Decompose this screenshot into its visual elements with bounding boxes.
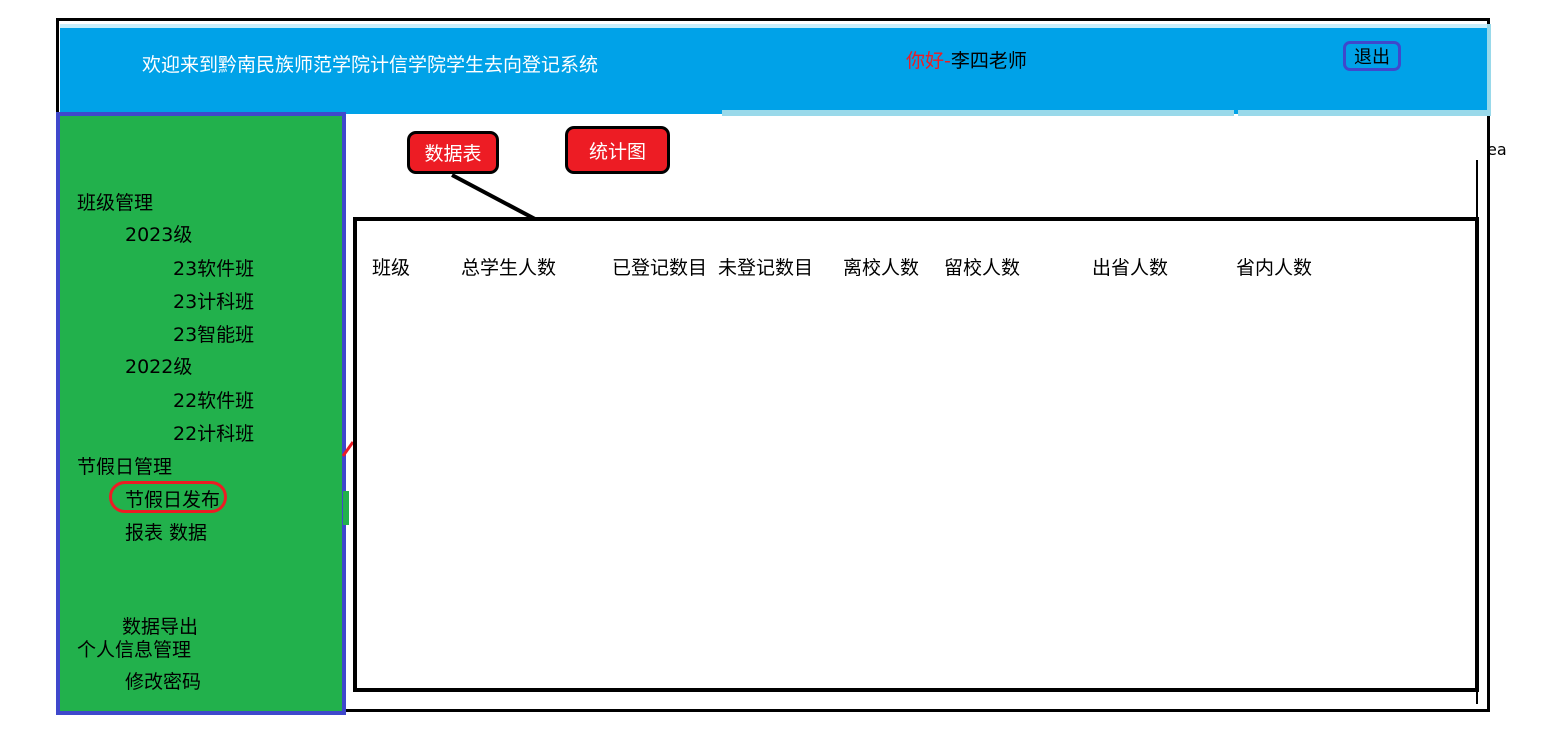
sidebar-item-personal-info[interactable]: 个人信息管理	[77, 635, 191, 662]
greeting-hello: 你好	[906, 50, 945, 72]
sidebar-item-22-software[interactable]: 22软件班	[173, 386, 254, 413]
logout-button[interactable]: 退出	[1343, 41, 1401, 71]
greeting-dash: -	[944, 50, 951, 72]
column-header: 离校人数	[843, 257, 920, 279]
sidebar-item-grade-2022[interactable]: 2022级	[125, 352, 192, 379]
data-table	[353, 217, 1479, 692]
right-divider	[1476, 160, 1478, 704]
column-header: 未登记数目	[718, 257, 814, 279]
sidebar-item-holiday-management[interactable]: 节假日管理	[77, 452, 172, 479]
column-header: 省内人数	[1236, 257, 1313, 279]
sidebar-item-change-password[interactable]: 修改密码	[125, 667, 201, 694]
user-name: 李四老师	[950, 50, 1027, 72]
sidebar-item-23-software[interactable]: 23软件班	[173, 254, 254, 281]
tab-connector-line	[451, 173, 536, 221]
sidebar-item-report-data[interactable]: 报表 数据	[125, 518, 207, 545]
column-header: 总学生人数	[461, 257, 557, 279]
sidebar-item-23-ai[interactable]: 23智能班	[173, 320, 254, 347]
tab-chart[interactable]: 统计图	[565, 126, 670, 174]
header-right-edge	[1487, 24, 1491, 116]
column-header: 班级	[372, 257, 411, 279]
sidebar-item-class-management[interactable]: 班级管理	[77, 188, 153, 215]
column-header: 已登记数目	[612, 257, 708, 279]
sidebar-item-22-cs[interactable]: 22计科班	[173, 419, 254, 446]
clipped-text: ea	[1487, 140, 1507, 159]
sidebar-tab-notch	[343, 491, 349, 525]
sidebar-item-grade-2023[interactable]: 2023级	[125, 220, 192, 247]
header-bottom-strip	[1238, 110, 1490, 116]
column-header: 出省人数	[1092, 257, 1169, 279]
sidebar-item-holiday-publish[interactable]: 节假日发布	[125, 485, 220, 512]
header-bottom-strip	[722, 110, 1234, 116]
sidebar-item-23-cs[interactable]: 23计科班	[173, 287, 254, 314]
column-header: 留校人数	[944, 257, 1021, 279]
header-top-strip	[60, 24, 1491, 28]
page-title: 欢迎来到黔南民族师范学院计信学院学生去向登记系统	[142, 54, 599, 76]
user-greeting: 你好-李四老师	[906, 46, 1027, 73]
